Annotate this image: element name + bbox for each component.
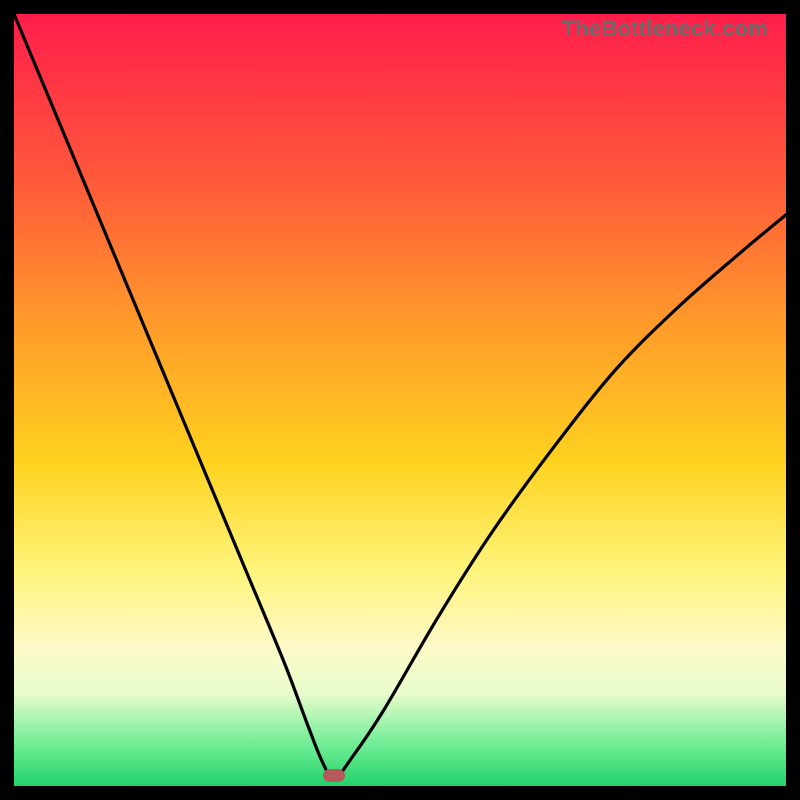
curve-path [14,14,786,778]
watermark-text: TheBottleneck.com [562,16,768,42]
bottleneck-curve [14,14,786,786]
chart-frame: TheBottleneck.com [14,14,786,786]
optimal-point-marker [323,769,345,782]
